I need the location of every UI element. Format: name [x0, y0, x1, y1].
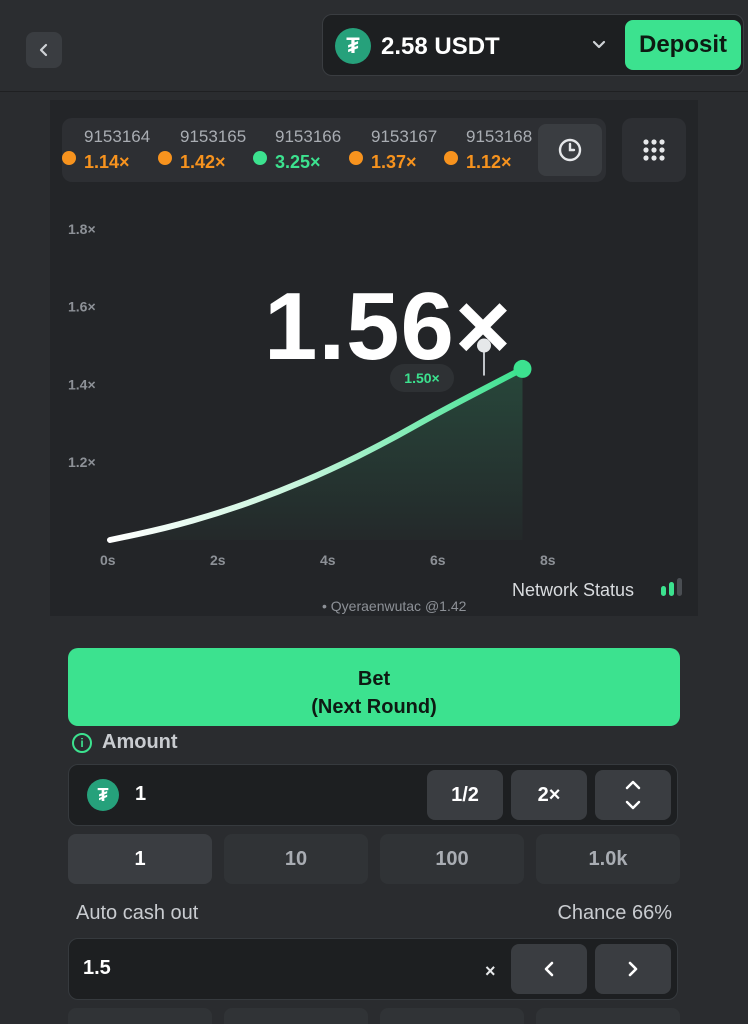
x-axis-tick: 6s	[430, 552, 446, 568]
history-round-id: 9153166	[275, 127, 342, 146]
history-round-id: 9153167	[371, 127, 438, 146]
auto-cashout-field-container: ×	[68, 938, 678, 1000]
history-dot	[444, 151, 458, 165]
y-axis-tick: 1.4×	[68, 376, 96, 392]
x-axis-tick: 2s	[210, 552, 226, 568]
chart-area	[110, 368, 523, 540]
preset-tab[interactable]	[380, 1008, 524, 1024]
current-multiplier: 1.56×	[264, 273, 512, 380]
double-amount-button[interactable]: 2×	[511, 770, 587, 820]
grid-icon	[643, 139, 665, 161]
network-status-label: Network Status	[512, 580, 635, 600]
amount-input[interactable]	[135, 783, 335, 806]
y-axis-tick: 1.6×	[68, 299, 96, 315]
preset-tab[interactable]	[224, 1008, 368, 1024]
preset-amount-button[interactable]: 100	[380, 834, 524, 884]
chance-label: Chance 66%	[557, 902, 672, 924]
history-multiplier: 1.14×	[84, 152, 130, 172]
history-multiplier: 1.12×	[466, 152, 512, 172]
round-history: 9153164 1.14× 9153165 1.42× 9153166 3.25…	[62, 118, 606, 182]
history-round-id: 9153164	[84, 127, 151, 146]
signal-icon	[661, 578, 682, 596]
wallet-selector[interactable]: ₮ 2.58 USDT Deposit	[322, 14, 744, 76]
history-round-id: 9153165	[180, 127, 247, 146]
amount-label: Amount	[102, 731, 178, 753]
x-axis-tick: 8s	[540, 552, 556, 568]
history-dot	[158, 151, 172, 165]
info-icon[interactable]: i	[72, 732, 92, 753]
preset-amount-button[interactable]: 1.0k	[536, 834, 680, 884]
wallet-balance: 2.58 USDT	[381, 33, 500, 60]
half-amount-button[interactable]: 1/2	[427, 770, 503, 820]
tether-icon: ₮	[335, 28, 371, 64]
auto-cashout-label: Auto cash out	[76, 902, 199, 924]
history-item[interactable]: 9153166 3.25×	[253, 126, 345, 174]
y-axis-tick: 1.2×	[68, 454, 96, 470]
back-button[interactable]	[26, 32, 62, 68]
preset-amount-button[interactable]: 10	[224, 834, 368, 884]
bet-button-label: Bet	[357, 667, 391, 690]
multiplier-suffix: ×	[485, 961, 496, 981]
history-dot	[253, 151, 267, 165]
chevron-right-icon	[628, 961, 638, 977]
menu-grid-button[interactable]	[622, 118, 686, 182]
history-item[interactable]: 9153164 1.14×	[62, 126, 154, 174]
history-round-id: 9153168	[466, 127, 533, 146]
chevron-left-icon	[39, 43, 48, 57]
history-item[interactable]: 9153167 1.37×	[349, 126, 441, 174]
decrease-cashout-button[interactable]	[511, 944, 587, 994]
preset-tab[interactable]	[536, 1008, 680, 1024]
history-dot	[349, 151, 363, 165]
amount-stepper-button[interactable]	[595, 770, 671, 820]
history-multiplier: 3.25×	[275, 152, 321, 172]
clock-icon	[558, 138, 582, 162]
live-bet-ticker: • Qyeraenwutac @1.42	[322, 598, 467, 614]
increase-cashout-button[interactable]	[595, 944, 671, 994]
bottom-preset-row	[68, 1008, 680, 1024]
cashout-marker-label: 1.50×	[390, 364, 454, 392]
chevron-up-down-icon	[625, 780, 641, 810]
chevron-left-icon	[544, 961, 554, 977]
history-dot	[62, 151, 76, 165]
bet-button-sublabel: (Next Round)	[311, 695, 437, 718]
history-multiplier: 1.42×	[180, 152, 226, 172]
bet-button[interactable]: Bet (Next Round)	[68, 648, 680, 726]
x-axis-tick: 0s	[100, 552, 116, 568]
amount-field-container: ₮ 1/2 2×	[68, 764, 678, 826]
x-axis-tick: 4s	[320, 552, 336, 568]
amount-presets: 1 10 100 1.0k	[68, 834, 680, 886]
history-item[interactable]: 9153165 1.42×	[158, 126, 250, 174]
history-item[interactable]: 9153168 1.12×	[444, 126, 536, 174]
deposit-button[interactable]: Deposit	[625, 20, 741, 70]
amount-header: i Amount	[72, 731, 178, 754]
history-multiplier: 1.37×	[371, 152, 417, 172]
top-bar: ₮ 2.58 USDT Deposit	[0, 0, 748, 92]
preset-amount-button[interactable]: 1	[68, 834, 212, 884]
chevron-down-icon[interactable]	[591, 37, 607, 53]
y-axis-tick: 1.8×	[68, 221, 96, 237]
auto-cashout-input[interactable]	[83, 957, 283, 980]
preset-tab[interactable]	[68, 1008, 212, 1024]
history-button[interactable]	[538, 124, 602, 176]
tether-icon: ₮	[87, 779, 119, 811]
